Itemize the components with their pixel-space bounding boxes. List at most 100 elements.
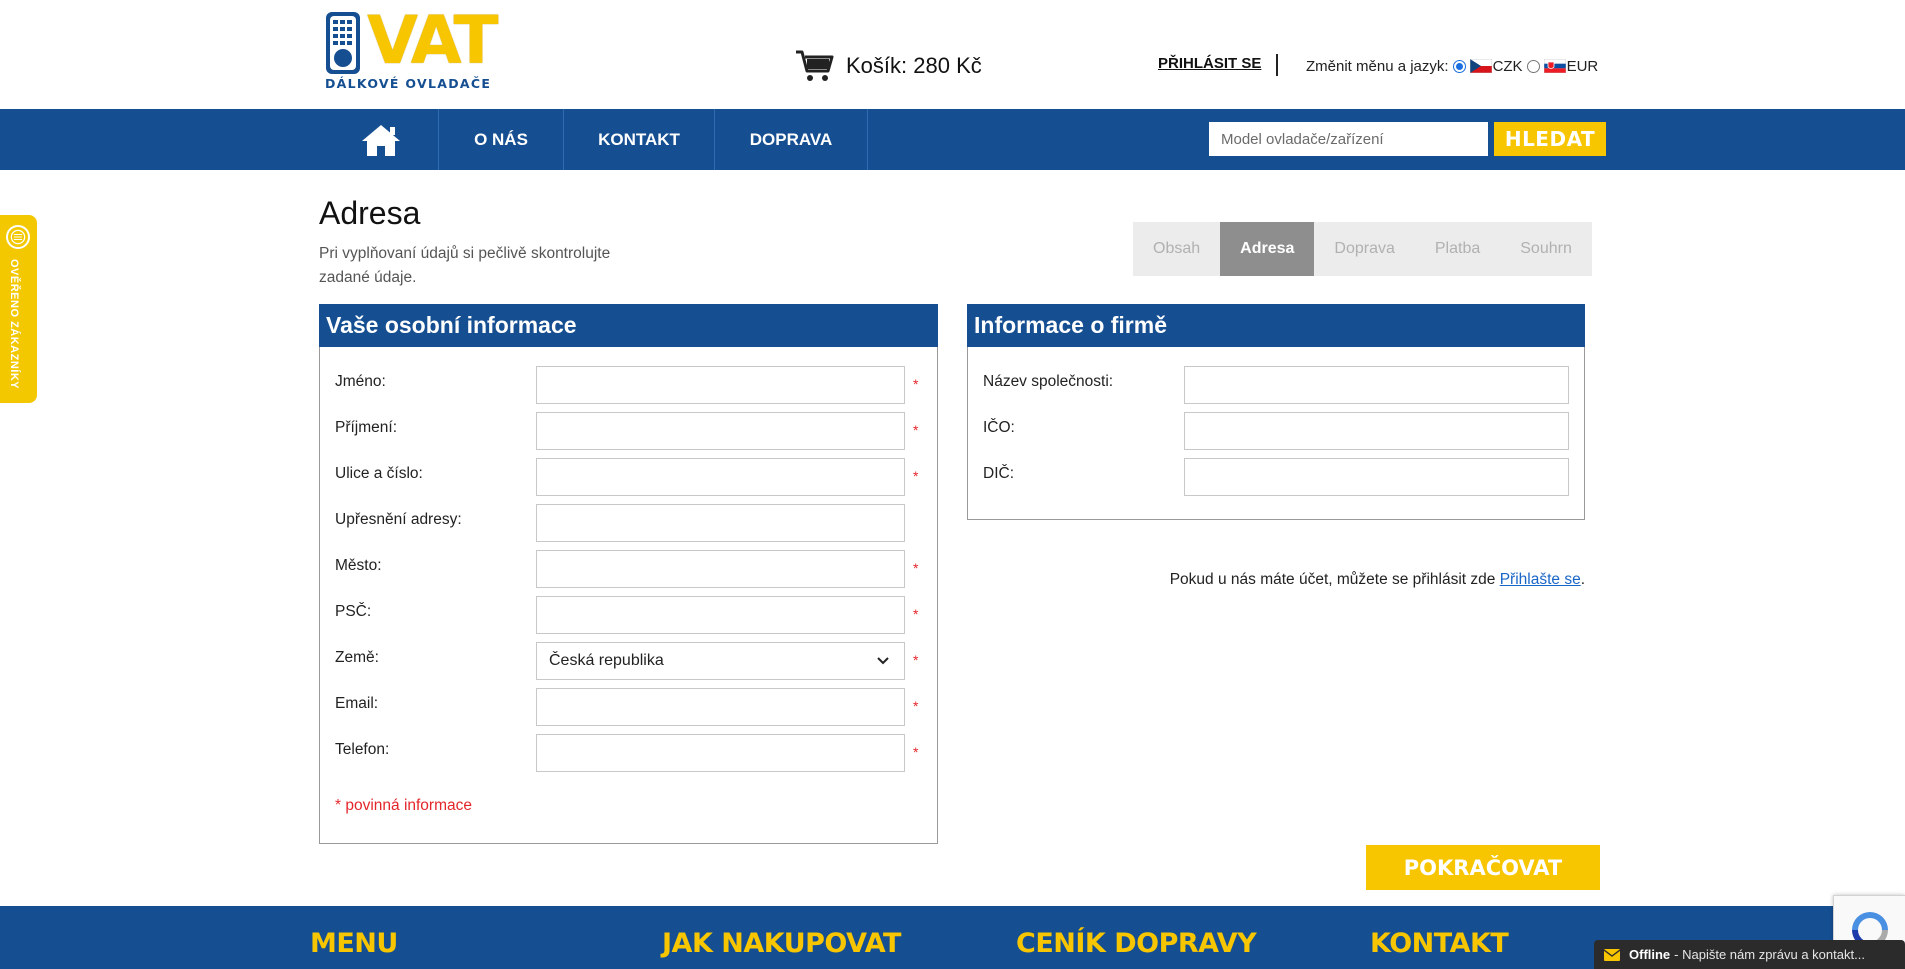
form-row-email: Email: * (320, 688, 937, 726)
search-button[interactable]: HLEDAT (1494, 122, 1606, 156)
footer-heading-contact: KONTAKT (1370, 928, 1509, 959)
chat-prompt: - Napište nám zprávu a kontakt... (1674, 947, 1865, 962)
czech-flag-icon (1469, 59, 1492, 73)
currency-switcher: Změnit měnu a jazyk: CZK EUR (1306, 55, 1598, 77)
form-row-company-name: Název společnosti: (968, 366, 1584, 404)
verified-by-customers-tab[interactable]: OVĚŘENO ZÁKAZNÍKY (0, 215, 37, 403)
nav-shipping[interactable]: DOPRAVA (715, 109, 868, 170)
footer-heading-shipping-prices: CENÍK DOPRAVY (1016, 928, 1257, 959)
first-name-field[interactable] (536, 366, 905, 404)
currency-czk-label[interactable]: CZK (1493, 58, 1523, 75)
cart-label: Košík: 280 Kč (846, 53, 982, 78)
required-mark: * (913, 468, 919, 484)
login-note: Pokud u nás máte účet, můžete se přihlás… (1170, 571, 1585, 589)
footer-heading-menu: MENU (310, 928, 398, 959)
dic-field[interactable] (1184, 458, 1569, 496)
required-mark: * (913, 606, 919, 622)
city-field[interactable] (536, 550, 905, 588)
street-field[interactable] (536, 458, 905, 496)
footer-heading-how-to-buy: JAK NAKUPOVAT (662, 928, 901, 959)
currency-eur-label[interactable]: EUR (1567, 58, 1599, 75)
required-mark: * (913, 744, 919, 760)
header-divider (1276, 54, 1278, 76)
main-navigation: O NÁS KONTAKT DOPRAVA (0, 109, 1905, 170)
first-name-label: Jméno: (335, 373, 386, 390)
login-note-suffix: . (1580, 571, 1585, 588)
form-row-country: Země: Česká republika * (320, 642, 937, 680)
form-row-ico: IČO: (968, 412, 1584, 450)
cart-summary[interactable]: Košík: 280 Kč (795, 46, 982, 86)
form-row-street: Ulice a číslo: * (320, 458, 937, 496)
form-row-phone: Telefon: * (320, 734, 937, 772)
street-label: Ulice a číslo: (335, 465, 423, 482)
continue-button[interactable]: POKRAČOVAT (1366, 845, 1600, 890)
currency-radio-czk[interactable] (1452, 59, 1466, 73)
home-icon (361, 124, 400, 156)
currency-radio-eur[interactable] (1526, 59, 1540, 73)
required-mark: * (913, 560, 919, 576)
slovak-flag-icon (1543, 59, 1566, 73)
country-select[interactable]: Česká republika (536, 642, 905, 680)
search-input[interactable] (1209, 122, 1488, 156)
form-row-dic: DIČ: (968, 458, 1584, 496)
required-mark: * (913, 422, 919, 438)
chevron-down-icon (877, 657, 889, 665)
cart-icon (796, 50, 834, 81)
ico-field[interactable] (1184, 412, 1569, 450)
zip-field[interactable] (536, 596, 905, 634)
company-name-label: Název společnosti: (983, 373, 1114, 390)
step-summary: Souhrn (1520, 240, 1572, 257)
required-mark: * (913, 652, 919, 668)
nav-home[interactable] (323, 109, 439, 170)
city-label: Město: (335, 557, 382, 574)
last-name-label: Příjmení: (335, 419, 398, 436)
form-row-first-name: Jméno: * (320, 366, 937, 404)
country-selected-value: Česká republika (549, 652, 664, 669)
phone-label: Telefon: (335, 741, 390, 758)
currency-label: Změnit měnu a jazyk: (1306, 57, 1449, 75)
address-detail-field[interactable] (536, 504, 905, 542)
site-header: VAT DÁLKOVÉ OVLADAČE Košík: 280 Kč PŘIHL… (0, 0, 1905, 109)
step-address: Adresa (1220, 222, 1315, 276)
required-mark: * (913, 376, 919, 392)
ico-label: IČO: (983, 419, 1015, 436)
mail-icon (1604, 948, 1620, 961)
form-row-address-detail: Upřesnění adresy: (320, 504, 937, 542)
form-row-zip: PSČ: * (320, 596, 937, 634)
step-shipping: Doprava (1334, 240, 1395, 257)
page-title: Adresa (319, 195, 421, 231)
nav-contact[interactable]: KONTAKT (564, 109, 715, 170)
logo-subtitle: DÁLKOVÉ OVLADAČE (325, 76, 492, 91)
page-subtitle: Pri vyplňovaní údajů si pečlivě skontrol… (319, 245, 611, 286)
last-name-field[interactable] (536, 412, 905, 450)
logo-text: VAT (367, 2, 499, 79)
checkout-steps: Obsah Adresa Doprava Platba Souhrn (1133, 222, 1592, 276)
address-detail-label: Upřesnění adresy: (335, 511, 462, 528)
login-note-link[interactable]: Přihlašte se (1500, 571, 1581, 588)
chat-widget-bar[interactable]: Offline - Napište nám zprávu a kontakt..… (1594, 940, 1905, 969)
zip-label: PSČ: (335, 603, 372, 620)
personal-info-panel: Vaše osobní informace Jméno: * Příjmení:… (319, 304, 938, 844)
step-payment: Platba (1434, 240, 1481, 257)
dic-label: DIČ: (983, 465, 1014, 482)
verified-badge-icon (6, 225, 30, 249)
personal-info-heading: Vaše osobní informace (319, 304, 938, 347)
login-note-text: Pokud u nás máte účet, můžete se přihlás… (1169, 571, 1500, 588)
company-info-panel: Informace o firmě Název společnosti: IČO… (967, 304, 1585, 520)
required-mark: * (913, 698, 919, 714)
login-link[interactable]: PŘIHLÁSIT SE (1158, 55, 1261, 72)
site-logo[interactable]: VAT DÁLKOVÉ OVLADAČE (323, 6, 499, 94)
email-label: Email: (335, 695, 379, 712)
step-contents[interactable]: Obsah (1133, 222, 1220, 276)
required-note: * povinná informace (335, 797, 472, 814)
country-label: Země: (335, 649, 379, 666)
company-name-field[interactable] (1184, 366, 1569, 404)
form-row-last-name: Příjmení: * (320, 412, 937, 450)
form-row-city: Město: * (320, 550, 937, 588)
email-field[interactable] (536, 688, 905, 726)
chat-status: Offline (1629, 947, 1671, 962)
nav-about[interactable]: O NÁS (439, 109, 564, 170)
verified-tab-label: OVĚŘENO ZÁKAZNÍKY (8, 259, 20, 390)
remote-control-icon (326, 12, 360, 74)
phone-field[interactable] (536, 734, 905, 772)
